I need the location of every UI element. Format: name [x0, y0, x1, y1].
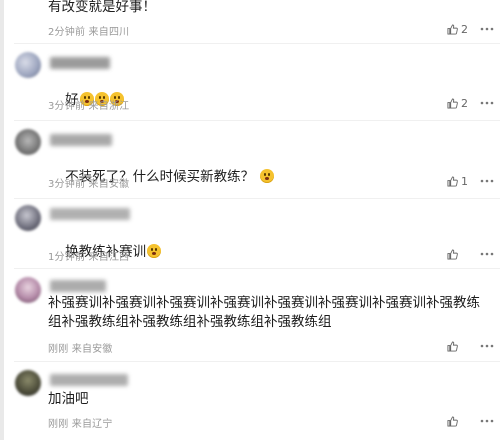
comment-item: 加油吧 刚刚 来自辽宁 [0, 362, 500, 440]
more-button[interactable] [479, 22, 495, 36]
comment-meta: 刚刚 来自安徽 [48, 344, 113, 355]
more-button[interactable] [479, 247, 495, 261]
comment-meta: 2分钟前 来自四川 [48, 27, 130, 38]
comment-item: 换教练补赛训 1分钟前 来自江西 [0, 199, 500, 269]
more-dots-icon [480, 419, 494, 423]
thumbs-up-icon [447, 97, 458, 109]
like-button[interactable] [447, 339, 477, 353]
more-button[interactable] [479, 339, 495, 353]
username-blurred[interactable] [50, 57, 110, 69]
comment-item: 补强赛训补强赛训补强赛训补强赛训补强赛训补强赛训补强赛训补强教练组补强教练组补强… [0, 269, 500, 361]
more-dots-icon [480, 101, 494, 105]
more-button[interactable] [479, 174, 495, 188]
more-dots-icon [480, 179, 494, 183]
comment-meta: 3分钟前 来自安徽 [48, 179, 130, 190]
comment-text: 加油吧 [48, 391, 89, 407]
thumbs-up-icon [447, 23, 458, 35]
more-dots-icon [480, 344, 494, 348]
comment-item: 有改变就是好事！ 2分钟前 来自四川 2 [0, 0, 500, 42]
thumbs-up-icon [447, 415, 458, 427]
username-blurred[interactable] [50, 134, 112, 146]
avatar[interactable] [15, 205, 41, 231]
comment-text: 有改变就是好事！ [48, 0, 156, 15]
comment-meta: 3分钟前 来自浙江 [48, 101, 130, 112]
avatar[interactable] [15, 52, 41, 78]
like-count: 2 [461, 22, 468, 36]
username-blurred[interactable] [50, 208, 130, 220]
thumbs-up-icon [447, 248, 458, 260]
comment-meta: 1分钟前 来自江西 [48, 252, 130, 263]
avatar[interactable] [15, 277, 41, 303]
username-blurred[interactable] [50, 374, 128, 386]
comment-item: 好 3分钟前 来自浙江 2 [0, 44, 500, 120]
like-button[interactable]: 1 [447, 174, 477, 188]
emoji-face-icon [147, 244, 162, 258]
emoji-face-icon [260, 169, 275, 183]
thumbs-up-icon [447, 175, 458, 187]
more-button[interactable] [479, 96, 495, 110]
comment-text: 补强赛训补强赛训补强赛训补强赛训补强赛训补强赛训补强赛训补强教练组补强教练组补强… [48, 295, 480, 330]
more-dots-icon [480, 252, 494, 256]
like-count: 2 [461, 96, 468, 110]
comment-item: 不装死了？什么时候买新教练？ 3分钟前 来自安徽 1 [0, 121, 500, 199]
thumbs-up-icon [447, 340, 458, 352]
comment-meta: 刚刚 来自辽宁 [48, 419, 113, 430]
more-button[interactable] [479, 414, 495, 428]
username-blurred[interactable] [50, 280, 106, 292]
more-dots-icon [480, 27, 494, 31]
avatar[interactable] [15, 129, 41, 155]
like-button[interactable] [447, 247, 477, 261]
avatar[interactable] [15, 370, 41, 396]
like-button[interactable]: 2 [447, 22, 477, 36]
like-button[interactable] [447, 414, 477, 428]
like-count: 1 [461, 174, 468, 188]
like-button[interactable]: 2 [447, 96, 477, 110]
